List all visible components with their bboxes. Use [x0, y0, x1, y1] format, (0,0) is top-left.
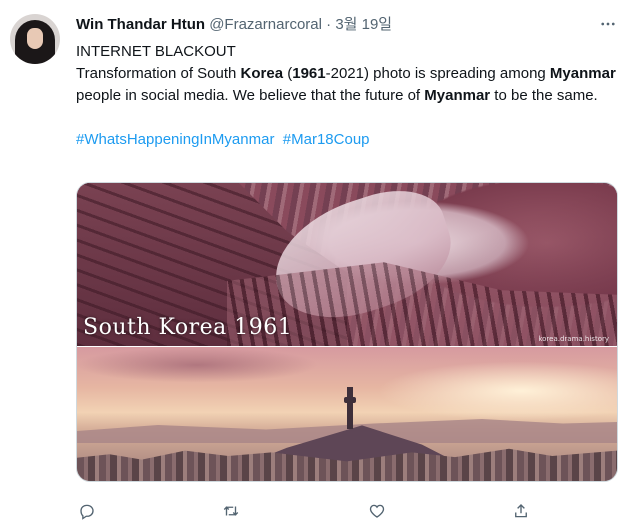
tweet-header: Win Thandar Htun @Frazarnarcoral · 3월 19…: [76, 14, 616, 36]
tweet-text-paragraph: Transformation of South Korea (1961-2021…: [76, 63, 626, 107]
text-bold-korea: Korea: [240, 65, 284, 82]
clouds: [77, 347, 397, 387]
tweet-text-line1: INTERNET BLACKOUT: [76, 43, 236, 60]
tower: [344, 387, 356, 429]
author-name[interactable]: Win Thandar Htun: [76, 16, 205, 33]
share-button[interactable]: [510, 500, 532, 522]
text-bold-year: 1961: [292, 65, 326, 82]
share-icon: [515, 504, 527, 518]
tweet-text: INTERNET BLACKOUT Transformation of Sout…: [76, 41, 626, 151]
tweet-date[interactable]: 3월 19일: [335, 16, 392, 33]
tweet[interactable]: Win Thandar Htun @Frazarnarcoral · 3월 19…: [0, 0, 640, 526]
photo-2021: [77, 347, 617, 481]
tweet-actions: [76, 500, 527, 524]
like-button[interactable]: [366, 500, 388, 522]
more-horizontal-icon: [601, 22, 615, 26]
hashtag-link[interactable]: #WhatsHappeningInMyanmar: [76, 131, 274, 148]
header-separator: ·: [326, 16, 332, 33]
more-options-button[interactable]: [596, 12, 620, 36]
photo-1961: South Korea 1961 korea.drama.history: [77, 183, 617, 346]
author-handle[interactable]: @Frazarnarcoral: [209, 16, 322, 33]
text-segment: people in social media. We believe that …: [76, 87, 425, 104]
photo-caption: South Korea 1961: [83, 315, 293, 340]
reply-icon: [80, 504, 94, 520]
text-bold-myanmar: Myanmar: [549, 65, 616, 82]
hashtags: #WhatsHappeningInMyanmar #Mar18Coup: [76, 129, 626, 151]
sunset-glow: [377, 361, 617, 421]
avatar[interactable]: [10, 14, 60, 64]
photo-watermark: korea.drama.history: [538, 335, 609, 343]
text-segment: -2021) photo is spreading among: [325, 65, 550, 82]
text-segment: Transformation of South: [76, 65, 241, 82]
text-segment: (: [283, 65, 293, 82]
heart-icon: [369, 504, 385, 518]
text-segment: to be the same.: [490, 87, 598, 104]
retweet-icon: [223, 506, 239, 516]
text-bold-myanmar: Myanmar: [424, 87, 491, 104]
retweet-button[interactable]: [220, 500, 242, 522]
hashtag-link[interactable]: #Mar18Coup: [283, 131, 370, 148]
tweet-media-image[interactable]: South Korea 1961 korea.drama.history: [76, 182, 618, 482]
avatar-face: [27, 28, 43, 49]
reply-button[interactable]: [76, 500, 98, 522]
